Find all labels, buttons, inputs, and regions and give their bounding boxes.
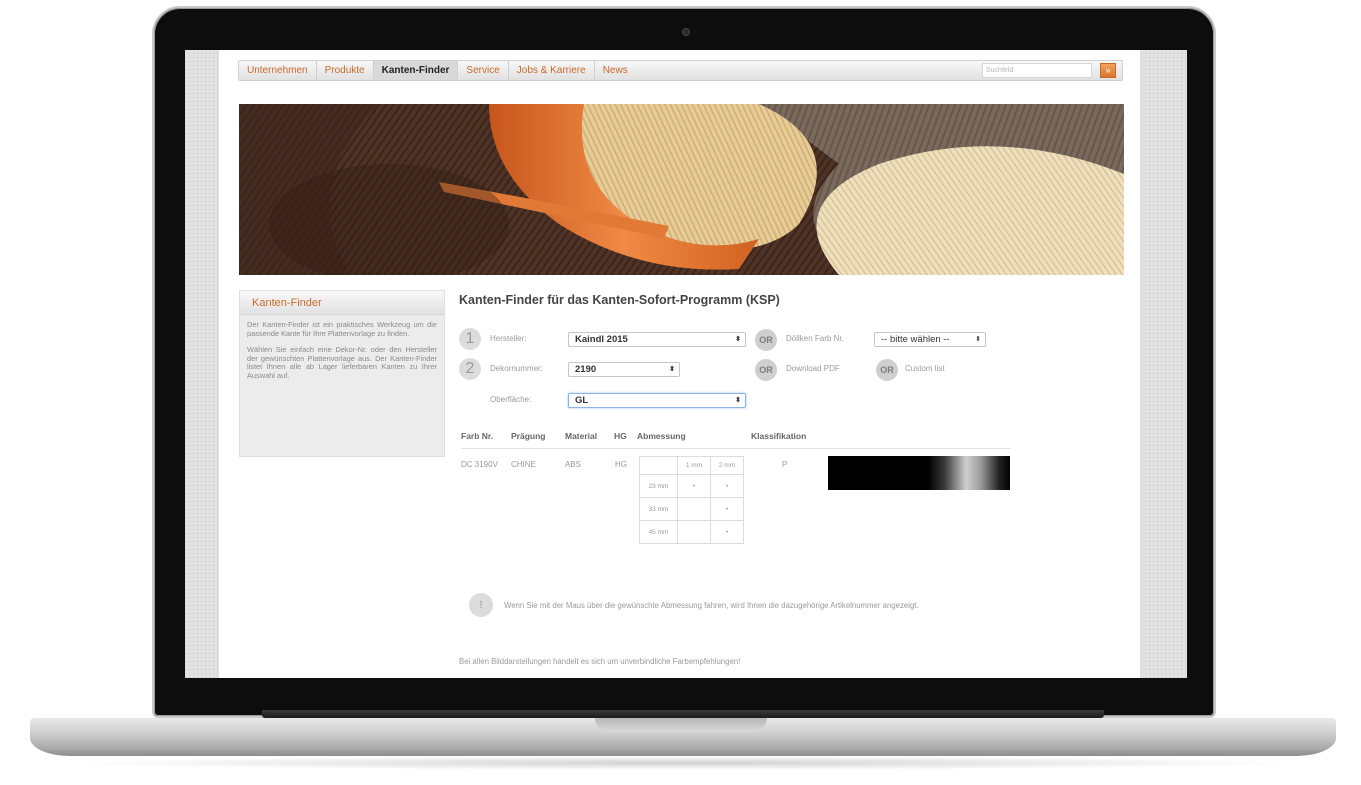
main-nav: Unternehmen Produkte Kanten-Finder Servi…	[238, 60, 1123, 81]
dimension-col-2mm: 2 mm	[710, 456, 744, 475]
sidebar-text: Der Kanten-Finder ist ein praktisches We…	[240, 315, 444, 381]
laptop-notch	[595, 718, 767, 732]
dimension-row: 33 mm •	[639, 497, 744, 521]
farb-nr-label: Döllken Farb Nr.	[786, 334, 844, 343]
step-2-badge: 2	[459, 358, 481, 380]
dimension-corner-cell	[639, 456, 678, 475]
col-abmessung: Abmessung	[637, 431, 686, 441]
nav-item-service[interactable]: Service	[458, 61, 509, 80]
dimension-cell	[677, 520, 711, 544]
select-arrows-icon: ⬍	[669, 366, 675, 373]
col-hg: HG	[614, 431, 627, 441]
col-farb-nr: Farb Nr.	[461, 431, 494, 441]
hersteller-select[interactable]: Kaindl 2015 ⬍	[568, 332, 746, 347]
web-page: Unternehmen Produkte Kanten-Finder Servi…	[219, 50, 1140, 678]
search-button[interactable]: »	[1100, 63, 1116, 78]
dimension-row: 45 mm •	[639, 520, 744, 544]
dimension-cell	[677, 497, 711, 521]
laptop-hinge	[262, 710, 1104, 718]
dekornummer-label: Dekornummer:	[490, 364, 543, 373]
camera-icon	[683, 29, 689, 35]
cell-klassifikation: P	[782, 460, 788, 469]
or-badge: OR	[755, 359, 777, 381]
laptop-screen: Unternehmen Produkte Kanten-Finder Servi…	[185, 50, 1187, 678]
hersteller-label: Hersteller:	[490, 334, 527, 343]
footer-note: Bei allen Bilddarstellungen handelt es s…	[459, 657, 741, 666]
dekornummer-select-value: 2190	[575, 364, 597, 375]
farb-nr-select[interactable]: -- bitte wählen -- ⬍	[874, 332, 986, 347]
sidebar-box: Kanten-Finder Der Kanten-Finder ist ein …	[239, 290, 445, 457]
page-title: Kanten-Finder für das Kanten-Sofort-Prog…	[459, 293, 780, 307]
dimension-row: 23 mm • •	[639, 474, 744, 498]
nav-item-produkte[interactable]: Produkte	[317, 61, 374, 80]
info-icon: !	[469, 593, 493, 617]
nav-item-jobs-karriere[interactable]: Jobs & Karriere	[509, 61, 595, 80]
dekornummer-select[interactable]: 2190 ⬍	[568, 362, 680, 377]
oberflaeche-select-value: GL	[575, 395, 589, 406]
col-praegung: Prägung	[511, 431, 546, 441]
download-pdf-link[interactable]: Download PDF	[786, 364, 840, 373]
sidebar-title: Kanten-Finder	[240, 291, 444, 315]
search-input[interactable]: Suchfeld	[982, 63, 1092, 78]
dimension-row-label: 45 mm	[639, 520, 678, 544]
col-material: Material	[565, 431, 598, 441]
dimension-header-row: 1 mm 2 mm	[639, 456, 744, 475]
cell-praegung: CHINE	[511, 460, 536, 469]
select-arrows-icon: ⬍	[975, 336, 981, 343]
oberflaeche-select[interactable]: GL ⬍	[568, 393, 746, 408]
step-1-badge: 1	[459, 328, 481, 350]
select-arrows-icon: ⬍	[735, 336, 741, 343]
info-text: Wenn Sie mit der Maus über die gewünscht…	[504, 601, 919, 610]
dimension-cell[interactable]: •	[710, 474, 744, 498]
col-klassifikation: Klassifikation	[751, 431, 807, 441]
dimension-cell[interactable]: •	[710, 520, 744, 544]
dimension-row-label: 33 mm	[639, 497, 678, 521]
cell-material: ABS	[565, 460, 582, 469]
nav-item-news[interactable]: News	[595, 61, 636, 80]
or-badge: OR	[755, 329, 777, 351]
sidebar-paragraph: Wählen Sie einfach eine Dekor-Nr. oder d…	[247, 345, 437, 380]
cell-farb-nr: DC 3190V	[461, 460, 498, 469]
dimension-row-label: 23 mm	[639, 474, 678, 498]
oberflaeche-label: Oberfläche:	[490, 395, 532, 404]
hero-banner-image	[239, 104, 1124, 275]
edge-color-preview	[828, 456, 1010, 490]
nav-item-kanten-finder[interactable]: Kanten-Finder	[373, 61, 459, 80]
laptop-shadow	[60, 756, 1306, 770]
custom-list-link[interactable]: Custom list	[905, 364, 945, 373]
results-table-header: Farb Nr. Prägung Material HG Abmessung K…	[461, 431, 1011, 449]
or-badge: OR	[876, 359, 898, 381]
hersteller-select-value: Kaindl 2015	[575, 334, 628, 345]
cell-hg: HG	[615, 460, 627, 469]
dimension-cell[interactable]: •	[677, 474, 711, 498]
dimension-table: 1 mm 2 mm 23 mm • • 33 mm • 45 mm •	[639, 456, 744, 544]
sidebar-paragraph: Der Kanten-Finder ist ein praktisches We…	[247, 320, 437, 338]
select-arrows-icon: ⬍	[735, 397, 741, 404]
dimension-cell[interactable]: •	[710, 497, 744, 521]
dimension-col-1mm: 1 mm	[677, 456, 711, 475]
nav-item-unternehmen[interactable]: Unternehmen	[239, 61, 317, 80]
main-content: Kanten-Finder für das Kanten-Sofort-Prog…	[459, 293, 1119, 307]
farb-nr-select-value: -- bitte wählen --	[881, 334, 950, 345]
